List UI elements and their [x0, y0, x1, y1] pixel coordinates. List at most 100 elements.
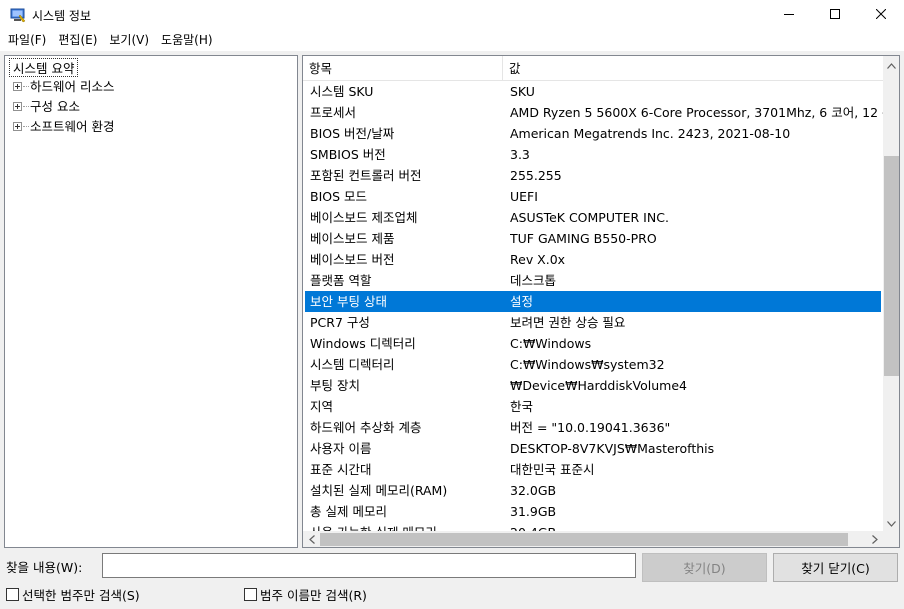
table-row[interactable]: Windows 디렉터리 C:₩Windows	[305, 333, 881, 354]
table-row[interactable]: 총 실제 메모리 31.9GB	[305, 501, 881, 522]
row-item-name: 사용 가능한 실제 메모리	[310, 522, 505, 531]
vertical-scroll-thumb[interactable]	[884, 156, 899, 376]
scroll-right-button[interactable]	[866, 531, 883, 547]
row-item-value: UEFI	[510, 189, 538, 204]
expand-icon[interactable]	[13, 122, 22, 131]
expand-icon[interactable]	[13, 102, 22, 111]
details-list: 항목 값 시스템 SKU SKU 프로세서 AMD Ryzen 5 5600X 6-C…	[302, 55, 900, 548]
table-row[interactable]: 플랫폼 역할 데스크톱	[305, 270, 881, 291]
table-row[interactable]: 설치된 실제 메모리(RAM) 32.0GB	[305, 480, 881, 501]
tree-connector	[23, 86, 29, 87]
minimize-button[interactable]	[766, 0, 812, 30]
row-item-value: TUF GAMING B550-PRO	[510, 231, 657, 246]
chevron-left-icon	[308, 533, 315, 547]
table-row[interactable]: 사용 가능한 실제 메모리 20.4GB	[305, 522, 881, 531]
row-item-name: 베이스보드 제조업체	[310, 210, 418, 225]
table-row[interactable]: BIOS 모드 UEFI	[305, 186, 881, 207]
row-item-value: 보려면 권한 상승 필요	[510, 315, 626, 330]
row-item-name: 포함된 컨트롤러 버전	[310, 168, 422, 183]
row-item-value: 31.9GB	[510, 504, 557, 519]
row-item-value: DESKTOP-8V7KVJS₩Masterofthis	[510, 441, 715, 456]
row-item-value: SKU	[510, 84, 535, 99]
table-row[interactable]: 베이스보드 버전 Rev X.0x	[305, 249, 881, 270]
tree-connector	[23, 106, 29, 107]
row-item-value: 버전 = "10.0.19041.3636"	[510, 420, 671, 435]
scroll-down-button[interactable]	[883, 514, 899, 531]
table-row[interactable]: 하드웨어 추상화 계층 버전 = "10.0.19041.3636"	[305, 417, 881, 438]
maximize-button[interactable]	[812, 0, 858, 30]
menu-view[interactable]: 보기(V)	[103, 30, 155, 51]
table-row[interactable]: 포함된 컨트롤러 버전 255.255	[305, 165, 881, 186]
row-item-name: 지역	[310, 399, 334, 414]
row-item-name: 프로세서	[310, 105, 357, 120]
menu-file[interactable]: 파일(F)	[2, 30, 52, 51]
row-item-name: 사용자 이름	[310, 441, 372, 456]
find-input[interactable]	[102, 553, 636, 578]
row-item-name: 베이스보드 버전	[310, 252, 395, 267]
row-item-name: PCR7 구성	[310, 315, 370, 330]
table-row[interactable]: 프로세서 AMD Ryzen 5 5600X 6-Core Processor, …	[305, 102, 883, 123]
close-button[interactable]	[858, 0, 904, 30]
expand-icon[interactable]	[13, 82, 22, 91]
table-row[interactable]: PCR7 구성 보려면 권한 상승 필요	[305, 312, 881, 333]
menu-bar: 파일(F) 편집(E) 보기(V) 도움말(H)	[0, 30, 904, 51]
menu-edit[interactable]: 편집(E)	[52, 30, 103, 51]
window-title: 시스템 정보	[32, 9, 92, 23]
table-row[interactable]: 사용자 이름 DESKTOP-8V7KVJS₩Masterofthis	[305, 438, 881, 459]
table-row[interactable]: 베이스보드 제품 TUF GAMING B550-PRO	[305, 228, 881, 249]
row-item-name: Windows 디렉터리	[310, 336, 416, 351]
horizontal-scroll-thumb[interactable]	[320, 533, 848, 546]
checkbox-label: 범주 이름만 검색(R)	[260, 588, 367, 603]
tree-item-software-environment[interactable]: 소프트웨어 환경	[30, 117, 114, 136]
horizontal-scrollbar[interactable]	[303, 531, 883, 547]
row-item-name: 플랫폼 역할	[310, 273, 372, 288]
chevron-down-icon	[887, 516, 896, 530]
tree-item-system-summary[interactable]: 시스템 요약	[9, 58, 79, 77]
table-row[interactable]: 보안 부팅 상태 설정	[305, 291, 881, 312]
table-row[interactable]: 지역 한국	[305, 396, 881, 417]
chevron-up-icon	[887, 58, 896, 72]
row-item-name: 하드웨어 추상화 계층	[310, 420, 422, 435]
row-item-value: 데스크톱	[510, 273, 557, 288]
row-item-value: ₩Device₩HarddiskVolume4	[510, 378, 687, 393]
table-row[interactable]: 부팅 장치 ₩Device₩HarddiskVolume4	[305, 375, 881, 396]
table-row[interactable]: 시스템 디렉터리 C:₩Windows₩system32	[305, 354, 881, 375]
row-item-value: C:₩Windows	[510, 336, 592, 351]
scrollbar-corner	[883, 531, 899, 547]
row-item-value: AMD Ryzen 5 5600X 6-Core Processor, 3701…	[510, 105, 883, 120]
checkbox-label: 선택한 범주만 검색(S)	[22, 588, 140, 603]
scroll-left-button[interactable]	[303, 531, 320, 547]
row-item-name: 시스템 SKU	[310, 84, 374, 99]
search-selected-category-checkbox[interactable]: 선택한 범주만 검색(S)	[6, 585, 140, 604]
table-row[interactable]: 베이스보드 제조업체 ASUSTeK COMPUTER INC.	[305, 207, 881, 228]
scroll-up-button[interactable]	[883, 56, 899, 73]
search-category-names-checkbox[interactable]: 범주 이름만 검색(R)	[244, 585, 367, 604]
vertical-scrollbar[interactable]	[883, 56, 899, 531]
checkbox-box[interactable]	[6, 588, 19, 601]
tree-item-hardware-resources[interactable]: 하드웨어 리소스	[30, 77, 114, 96]
checkbox-box[interactable]	[244, 588, 257, 601]
table-row[interactable]: 표준 시간대 대한민국 표준시	[305, 459, 881, 480]
row-item-value: C:₩Windows₩system32	[510, 357, 665, 372]
row-item-name: 총 실제 메모리	[310, 504, 387, 519]
table-row[interactable]: 시스템 SKU SKU	[305, 81, 881, 102]
row-item-value: 3.3	[510, 147, 530, 162]
row-item-value: 설정	[510, 294, 534, 309]
tree-item-components[interactable]: 구성 요소	[30, 97, 80, 116]
row-item-name: 부팅 장치	[310, 378, 360, 393]
menu-help[interactable]: 도움말(H)	[155, 30, 219, 51]
find-button[interactable]: 찾기(D)	[642, 553, 767, 582]
find-label: 찾을 내용(W):	[6, 560, 83, 575]
row-item-value: Rev X.0x	[510, 252, 566, 267]
row-item-value: 대한민국 표준시	[510, 462, 595, 477]
category-tree: 시스템 요약 하드웨어 리소스 구성 요소 소프트웨어 환경	[4, 55, 298, 548]
table-row[interactable]: SMBIOS 버전 3.3	[305, 144, 881, 165]
close-find-button[interactable]: 찾기 닫기(C)	[773, 553, 898, 582]
table-row[interactable]: BIOS 버전/날짜 American Megatrends Inc. 2423,…	[305, 123, 881, 144]
column-header-item[interactable]: 항목	[303, 56, 502, 81]
close-icon	[875, 8, 887, 22]
row-item-name: 베이스보드 제품	[310, 231, 395, 246]
column-header-value[interactable]: 값	[503, 56, 883, 81]
row-item-value: American Megatrends Inc. 2423, 2021-08-1…	[510, 126, 791, 141]
row-item-value: 255.255	[510, 168, 562, 183]
